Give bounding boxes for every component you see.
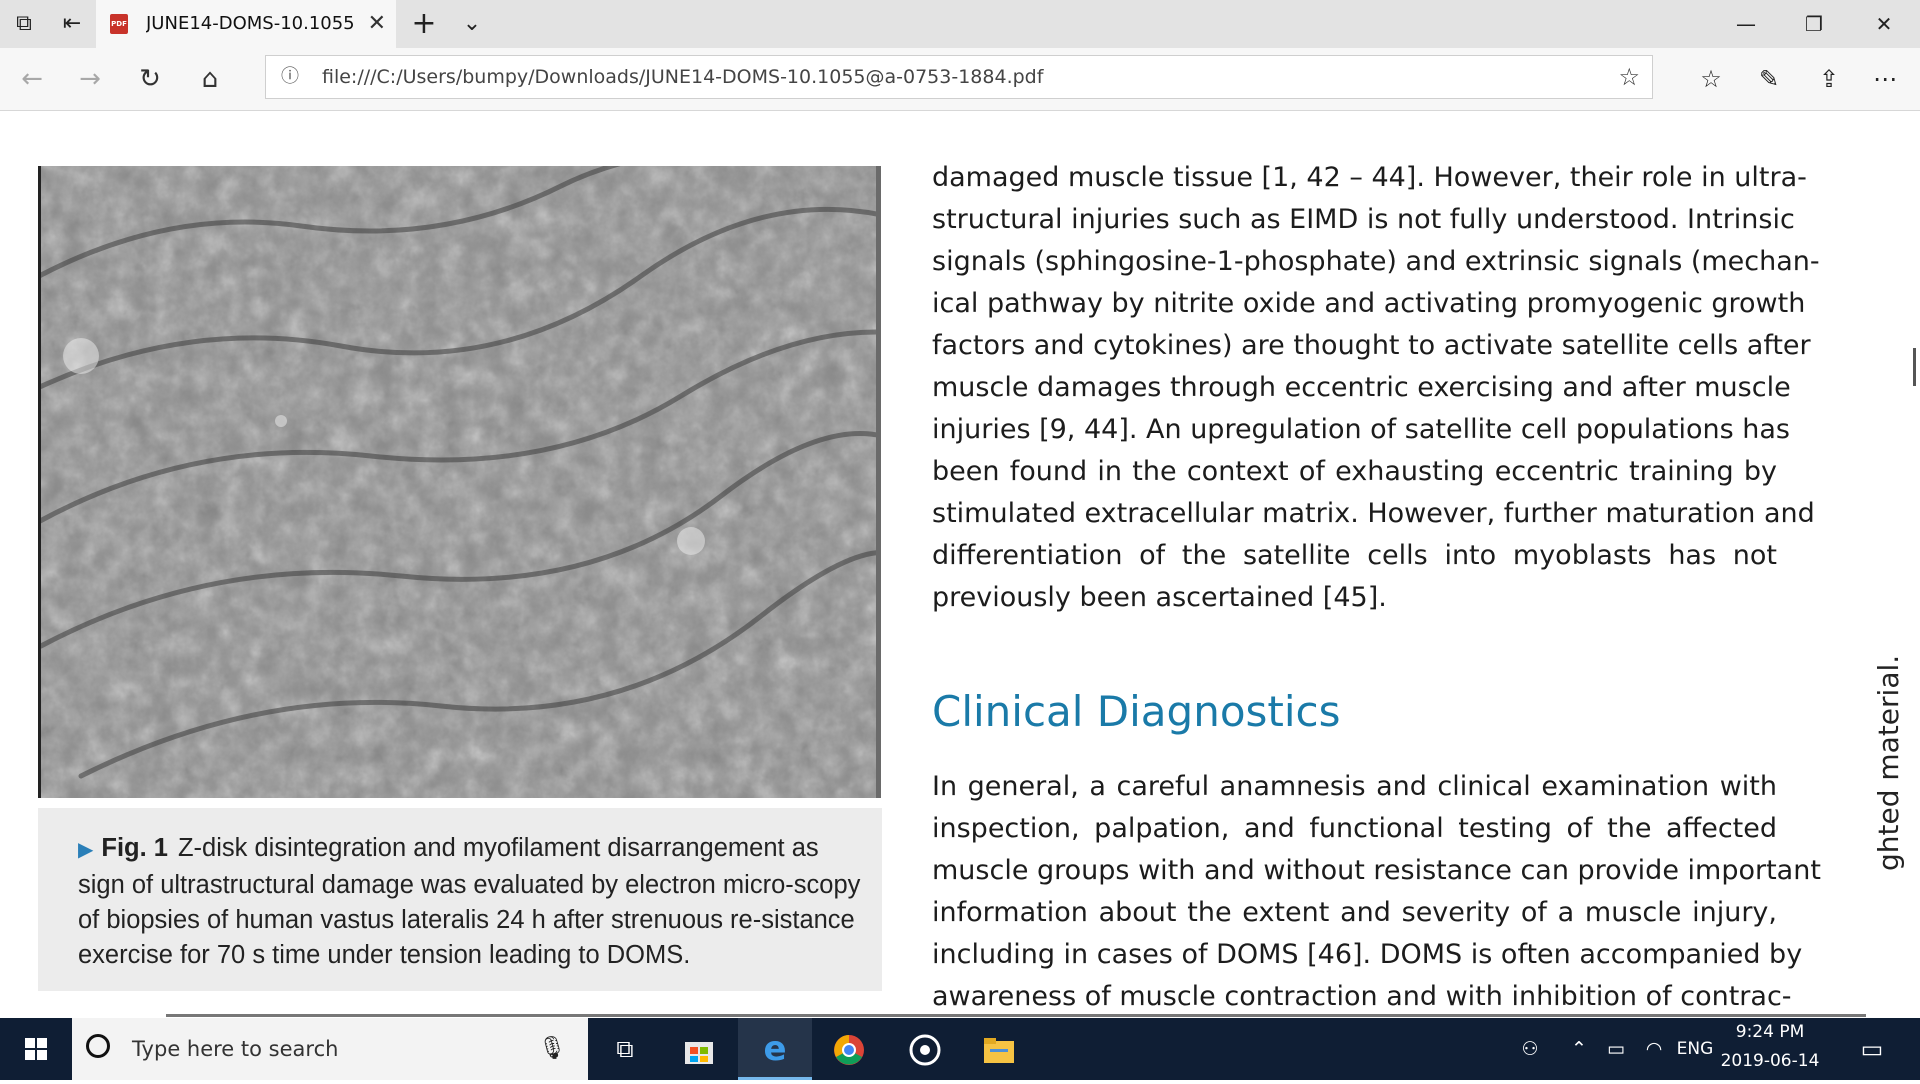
text-line: inspection, palpation, and functional te…: [932, 813, 1777, 844]
start-button[interactable]: [0, 1018, 72, 1080]
side-watermark-text: ghted material.: [1872, 654, 1905, 871]
clock-date: 2019-06-14: [1720, 1051, 1820, 1071]
home-icon[interactable]: ⌂: [182, 48, 238, 110]
minimize-icon[interactable]: —: [1712, 0, 1780, 48]
text-line: factors and cytokines) are thought to ac…: [932, 330, 1811, 361]
action-center-icon[interactable]: ▭: [1846, 1018, 1898, 1080]
figure-caption: ▶ Fig. 1 Z-disk disintegration and myofila…: [78, 831, 868, 973]
microphone-icon[interactable]: 🎙: [538, 1018, 566, 1080]
favorite-star-icon[interactable]: ☆: [1618, 56, 1640, 98]
horizontal-scrollbar[interactable]: [166, 1014, 1866, 1017]
task-view-icon[interactable]: ⧉: [588, 1018, 662, 1080]
browser-tab[interactable]: PDF JUNE14-DOMS-10.1055 ✕: [96, 0, 396, 48]
language-indicator[interactable]: ENG: [1672, 1018, 1718, 1080]
text-line: differentiation of the satellite cells i…: [932, 540, 1777, 571]
text-line: information about the extent and severit…: [932, 897, 1777, 928]
restore-icon[interactable]: ❐: [1780, 0, 1848, 48]
file-explorer-icon[interactable]: [962, 1018, 1036, 1080]
text-line: damaged muscle tissue [1, 42 – 44]. Howe…: [932, 162, 1807, 193]
tab-sets-icon[interactable]: ⧉: [2, 0, 46, 48]
body-paragraph-1: damaged muscle tissue [1, 42 – 44]. Howe…: [932, 157, 1820, 619]
figure-image: [38, 166, 881, 798]
pen-icon[interactable]: ✎: [1740, 48, 1798, 110]
info-icon[interactable]: ⓘ: [276, 56, 304, 98]
show-hidden-icons-chevron[interactable]: ⌃: [1562, 1018, 1596, 1080]
chrome-icon[interactable]: [812, 1018, 886, 1080]
media-app-icon[interactable]: [888, 1018, 962, 1080]
people-icon[interactable]: ⚇: [1510, 1018, 1550, 1080]
text-line: been found in the context of exhausting …: [932, 456, 1777, 487]
share-icon[interactable]: ⇪: [1800, 48, 1858, 110]
pdf-file-icon: PDF: [110, 14, 128, 34]
new-tab-icon[interactable]: +: [402, 0, 446, 48]
body-paragraph-2: In general, a careful anamnesis and clin…: [932, 766, 1821, 1018]
clock-time: 9:24 PM: [1735, 1022, 1805, 1042]
text-line: In general, a careful anamnesis and clin…: [932, 771, 1777, 802]
cortana-icon[interactable]: [86, 1034, 110, 1058]
url-text[interactable]: file:///C:/Users/bumpy/Downloads/JUNE14-…: [322, 56, 1043, 98]
battery-icon[interactable]: ▭: [1598, 1018, 1634, 1080]
text-line: ical pathway by nitrite oxide and activa…: [932, 288, 1806, 319]
pdf-viewer[interactable]: ▶ Fig. 1 Z-disk disintegration and myofila…: [0, 111, 1920, 1018]
close-window-icon[interactable]: ✕: [1850, 0, 1918, 48]
text-line: including in cases of DOMS [46]. DOMS is…: [932, 939, 1803, 970]
text-line: structural injuries such as EIMD is not …: [932, 204, 1795, 235]
refresh-icon[interactable]: ↻: [122, 48, 178, 110]
close-tab-icon[interactable]: ✕: [368, 0, 386, 48]
section-heading: Clinical Diagnostics: [932, 687, 1341, 736]
vertical-scrollbar-thumb[interactable]: [1913, 348, 1916, 386]
chevron-down-icon[interactable]: ⌄: [450, 0, 494, 48]
wifi-icon[interactable]: ◠: [1636, 1018, 1672, 1080]
text-line: muscle damages through eccentric exercis…: [932, 372, 1791, 403]
store-icon[interactable]: [662, 1018, 736, 1080]
forward-arrow-icon[interactable]: →: [62, 48, 118, 110]
text-line: muscle groups with and without resistanc…: [932, 855, 1821, 886]
set-tabs-aside-icon[interactable]: ⇤: [50, 0, 94, 48]
windows-logo-icon: [25, 1038, 47, 1060]
figure-label: Fig. 1: [101, 834, 168, 862]
text-line: previously been ascertained [45].: [932, 582, 1387, 613]
figure-caption-text: Z-disk disintegration and myofilament di…: [78, 834, 861, 969]
more-icon[interactable]: ⋯: [1856, 48, 1914, 110]
text-line: awareness of muscle contraction and with…: [932, 981, 1792, 1012]
back-arrow-icon[interactable]: ←: [4, 48, 60, 110]
edge-browser-icon[interactable]: e: [738, 1018, 812, 1080]
search-placeholder[interactable]: Type here to search: [132, 1018, 338, 1080]
text-line: signals (sphingosine-1-phosphate) and ex…: [932, 246, 1820, 277]
triangle-icon: ▶: [78, 839, 94, 861]
text-line: stimulated extracellular matrix. However…: [932, 498, 1815, 529]
clock[interactable]: 9:24 PM 2019-06-14: [1714, 1018, 1826, 1080]
text-line: injuries [9, 44]. An upregulation of sat…: [932, 414, 1790, 445]
favorites-icon[interactable]: ☆: [1682, 48, 1740, 110]
address-bar[interactable]: ⓘ file:///C:/Users/bumpy/Downloads/JUNE1…: [265, 55, 1653, 99]
taskbar-search[interactable]: Type here to search 🎙: [72, 1018, 588, 1080]
tab-title: JUNE14-DOMS-10.1055: [146, 13, 355, 34]
figure-caption-box: ▶ Fig. 1 Z-disk disintegration and myofila…: [38, 808, 882, 991]
